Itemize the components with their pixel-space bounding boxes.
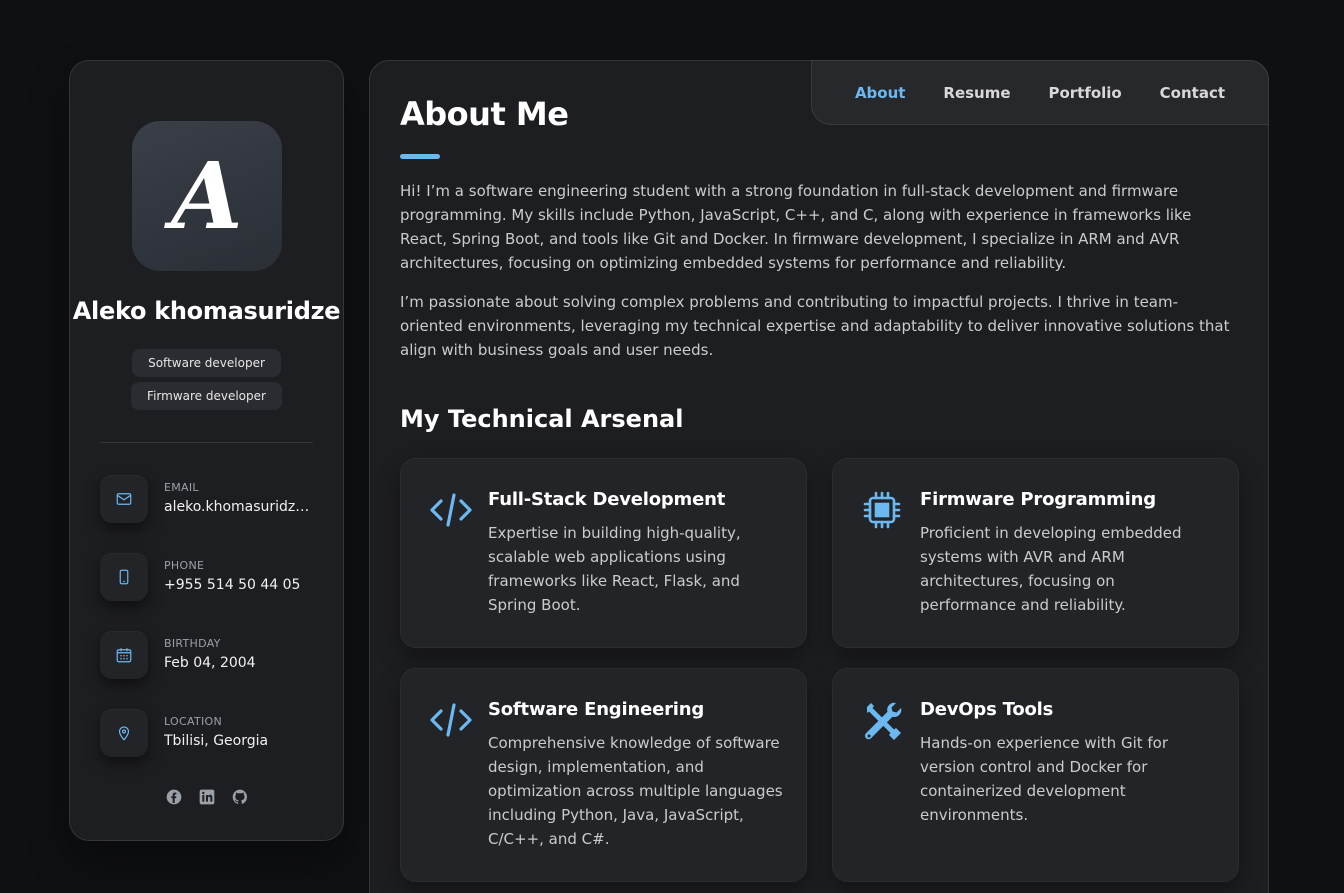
card-text: Expertise in building high-quality, scal… [488,524,741,614]
skill-card: Software Engineering Comprehensive knowl… [400,668,807,882]
github-icon[interactable] [231,788,249,806]
contact-label: BIRTHDAY [164,637,221,650]
card-title: DevOps Tools [920,699,1054,720]
email-link[interactable]: aleko.khomasuridze... [164,499,314,515]
nav-portfolio[interactable]: Portfolio [1048,84,1121,102]
nav-about[interactable]: About [855,84,906,102]
phone-link[interactable]: +955 514 50 44 05 [164,577,314,593]
avatar-letter: A [171,142,243,250]
sidebar-divider [100,442,313,443]
about-paragraph: Hi! I’m a software engineering student w… [400,182,1192,272]
contact-phone: PHONE +955 514 50 44 05 [100,553,315,601]
chip-icon [861,489,905,533]
facebook-icon[interactable] [165,788,183,806]
birthday-value: Feb 04, 2004 [164,655,256,671]
main-panel: About Resume Portfolio Contact About Me … [369,60,1269,893]
card-text: Comprehensive knowledge of software desi… [488,734,783,848]
contact-birthday: BIRTHDAY Feb 04, 2004 [100,631,315,679]
contact-label: LOCATION [164,715,222,728]
contact-email: EMAIL aleko.khomasuridze... [100,475,315,523]
code-icon [429,489,473,533]
card-text: Proficient in developing embedded system… [920,524,1182,614]
contact-label: EMAIL [164,481,199,494]
nav-resume[interactable]: Resume [943,84,1010,102]
tools-icon [861,699,905,743]
about-paragraph: I’m passionate about solving complex pro… [400,293,1230,359]
skill-card: DevOps Tools Hands-on experience with Gi… [832,668,1239,882]
role-badges: Software developer Firmware developer [70,349,343,415]
linkedin-icon[interactable] [198,788,216,806]
avatar: A [132,121,282,271]
page: A Aleko khomasuridze Software developer … [0,0,1344,893]
profile-sidebar: A Aleko khomasuridze Software developer … [69,60,344,841]
mail-icon [100,475,148,523]
location-pin-icon [100,709,148,757]
calendar-icon [100,631,148,679]
section-title: My Technical Arsenal [400,405,684,433]
card-text: Hands-on experience with Git for version… [920,734,1169,824]
title-underline [400,154,440,159]
card-title: Firmware Programming [920,489,1156,510]
role-badge: Firmware developer [131,382,282,410]
social-links [70,788,343,806]
profile-name: Aleko khomasuridze [72,297,341,325]
role-badge: Software developer [132,349,281,377]
location-value: Tbilisi, Georgia [164,733,269,749]
card-title: Software Engineering [488,699,705,720]
nav-contact[interactable]: Contact [1160,84,1225,102]
page-title: About Me [400,95,569,133]
contact-location: LOCATION Tbilisi, Georgia [100,709,315,757]
skill-card: Firmware Programming Proficient in devel… [832,458,1239,648]
skill-card: Full-Stack Development Expertise in buil… [400,458,807,648]
code-icon [429,699,473,743]
navbar: About Resume Portfolio Contact [811,60,1269,125]
contact-label: PHONE [164,559,205,572]
phone-icon [100,553,148,601]
card-title: Full-Stack Development [488,489,726,510]
